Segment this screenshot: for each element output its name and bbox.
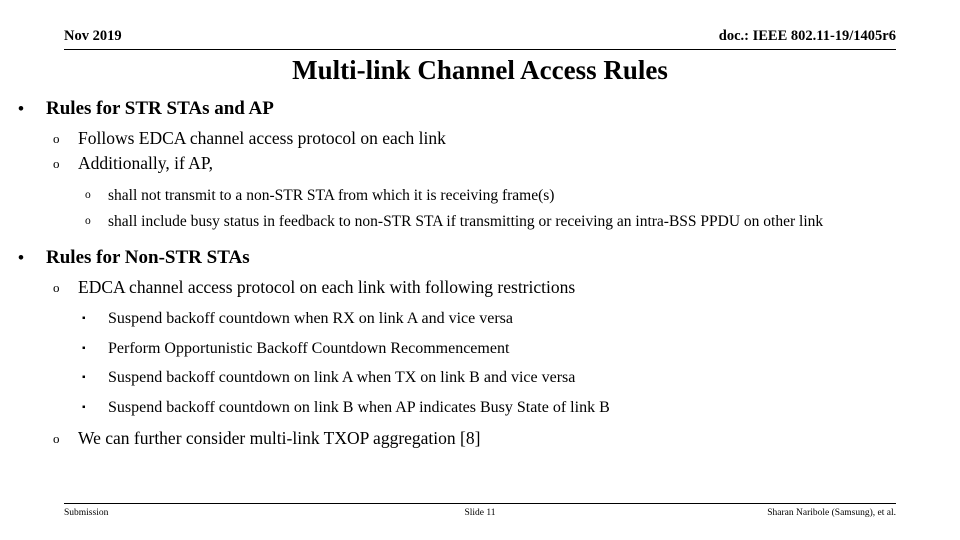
list-item-label: Perform Opportunistic Backoff Countdown …: [108, 339, 510, 357]
page-title: Multi-link Channel Access Rules: [292, 55, 668, 85]
list-item-label: shall include busy status in feedback to…: [108, 212, 824, 230]
footer-row: Submission Slide 11 Sharan Naribole (Sam…: [64, 507, 896, 521]
list-item: o shall include busy status in feedback …: [85, 211, 885, 233]
list-item: o Follows EDCA channel access protocol o…: [53, 126, 960, 151]
bullet-marker-icon: •: [18, 99, 24, 118]
section-2-heading-label: Rules for Non-STR STAs: [46, 247, 250, 268]
section-2-heading: • Rules for Non-STR STAs: [18, 245, 960, 271]
list-item-label: EDCA channel access protocol on each lin…: [78, 277, 576, 297]
list-item: ▪ Suspend backoff countdown on link B wh…: [82, 393, 960, 423]
list-item: ▪ Suspend backoff countdown on link A wh…: [82, 363, 960, 393]
header-date: Nov 2019: [64, 28, 122, 44]
list-item-label: We can further consider multi-link TXOP …: [78, 428, 481, 448]
square-marker-icon: ▪: [82, 313, 86, 324]
list-item-label: Suspend backoff countdown when RX on lin…: [108, 310, 513, 327]
slide-footer: Submission Slide 11 Sharan Naribole (Sam…: [64, 503, 896, 521]
list-item-label: Follows EDCA channel access protocol on …: [78, 128, 446, 148]
square-marker-icon: ▪: [82, 342, 86, 354]
bullet-marker-icon: •: [18, 248, 24, 267]
list-item-label: Suspend backoff countdown on link A when…: [108, 369, 576, 386]
list-item: ▪ Perform Opportunistic Backoff Countdow…: [82, 334, 960, 364]
circle-marker-icon: o: [53, 156, 60, 171]
circle-marker-icon: o: [53, 280, 60, 295]
square-marker-icon: ▪: [82, 372, 86, 383]
list-item: o Additionally, if AP,: [53, 151, 960, 176]
slide: Nov 2019 doc.: IEEE 802.11-19/1405r6 Mul…: [0, 0, 960, 540]
list-item: ▪ Suspend backoff countdown when RX on l…: [82, 304, 960, 334]
list-item: o EDCA channel access protocol on each l…: [53, 275, 960, 300]
slide-header: Nov 2019 doc.: IEEE 802.11-19/1405r6: [64, 28, 896, 50]
list-item-label: Suspend backoff countdown on link B when…: [108, 398, 610, 416]
list-item-label: Additionally, if AP,: [78, 153, 213, 173]
section-1-heading: • Rules for STR STAs and AP: [18, 96, 960, 122]
footer-divider: [64, 503, 896, 504]
footer-author-label: Sharan Naribole (Samsung), et al.: [767, 508, 896, 518]
square-marker-icon: ▪: [82, 401, 86, 413]
header-divider: [64, 49, 896, 50]
list-item: o We can further consider multi-link TXO…: [53, 426, 960, 451]
header-doc-reference: doc.: IEEE 802.11-19/1405r6: [718, 28, 896, 44]
slide-body: • Rules for STR STAs and AP o Follows ED…: [0, 96, 960, 451]
section-1-heading-label: Rules for STR STAs and AP: [46, 98, 274, 119]
header-row: Nov 2019 doc.: IEEE 802.11-19/1405r6: [64, 28, 896, 45]
list-item: o shall not transmit to a non-STR STA fr…: [85, 185, 960, 207]
circle-marker-icon: o: [53, 431, 60, 446]
circle-marker-icon: o: [85, 214, 91, 227]
circle-marker-icon: o: [53, 131, 60, 146]
list-item-label: shall not transmit to a non-STR STA from…: [108, 187, 555, 204]
circle-marker-icon: o: [85, 189, 91, 201]
